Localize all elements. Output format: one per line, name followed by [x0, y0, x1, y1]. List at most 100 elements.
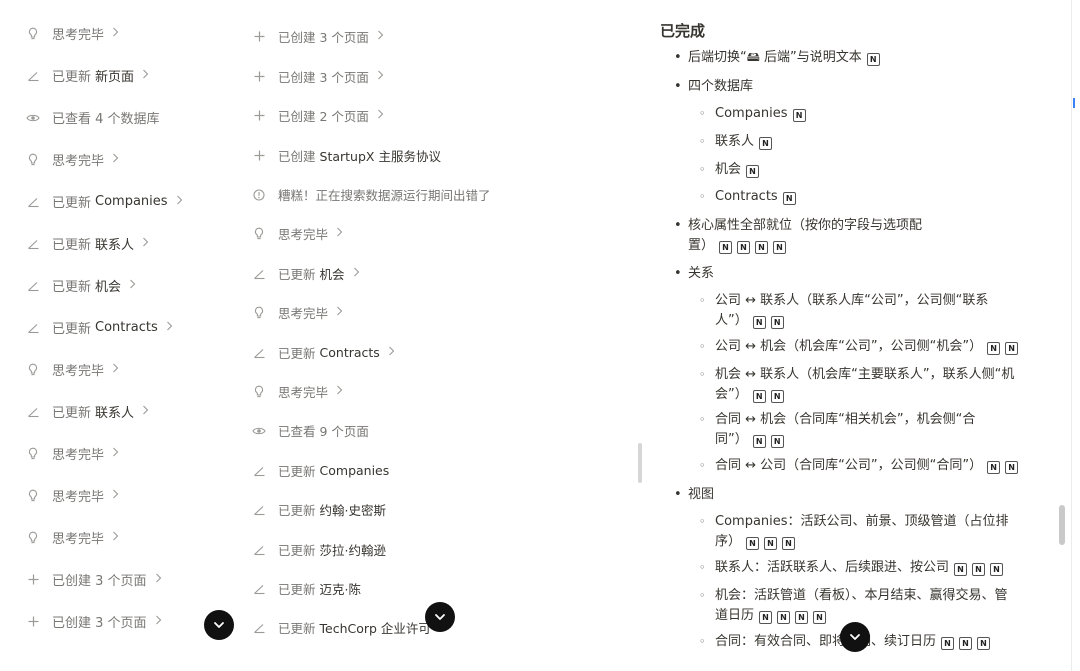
notion-page-icon[interactable]: N: [1005, 461, 1019, 474]
chevron-right-icon[interactable]: [388, 345, 395, 360]
chevron-right-icon[interactable]: [336, 305, 343, 320]
notion-page-icon[interactable]: N: [752, 435, 766, 448]
log-entry[interactable]: 已更新 机会: [252, 264, 360, 283]
notion-page-icon[interactable]: N: [755, 241, 769, 254]
log-verb: 已创建: [278, 149, 316, 164]
log-entry[interactable]: 已更新 联系人: [26, 402, 149, 421]
chevron-right-icon[interactable]: [129, 278, 136, 293]
chevron-right-icon[interactable]: [353, 266, 360, 281]
notion-page-icon[interactable]: N: [770, 390, 784, 403]
log-entry[interactable]: 已创建 3 个页面: [252, 67, 384, 86]
log-entry[interactable]: 已创建 3 个页面: [26, 570, 162, 589]
notion-page-icon[interactable]: N: [954, 563, 968, 576]
chevron-right-icon[interactable]: [112, 152, 119, 167]
summary-item: ◦ 公司 ↔ 机会（机会库“公司”，公司侧“机会”） N N: [699, 337, 1019, 357]
bullet-icon: •: [674, 218, 682, 233]
chevron-right-icon[interactable]: [377, 108, 384, 123]
notion-page-icon[interactable]: N: [977, 637, 991, 650]
log-entry[interactable]: 思考完毕: [252, 382, 343, 401]
chevron-right-icon[interactable]: [112, 488, 119, 503]
chevron-right-icon[interactable]: [112, 446, 119, 461]
log-entry[interactable]: 已更新 机会: [26, 276, 136, 295]
chevron-right-icon[interactable]: [112, 26, 119, 41]
log-entry[interactable]: 思考完毕: [26, 360, 119, 379]
panel-resize-handle[interactable]: [638, 443, 642, 483]
notion-page-icon[interactable]: N: [737, 241, 751, 254]
bullet-icon: •: [674, 79, 682, 94]
log-verb: 已更新: [278, 582, 316, 597]
log-verb: 思考完毕: [278, 306, 329, 321]
log-verb: 已更新: [52, 70, 92, 85]
notion-page-icon[interactable]: N: [719, 241, 733, 254]
log-entry[interactable]: 已创建 3 个页面: [26, 612, 162, 631]
log-entry[interactable]: 思考完毕: [26, 444, 119, 463]
edit-icon: [252, 346, 266, 360]
log-entry: 已更新 约翰·史密斯: [252, 500, 386, 519]
notion-page-icon[interactable]: N: [782, 192, 796, 205]
notion-page-icon[interactable]: N: [866, 53, 880, 66]
notion-page-icon[interactable]: N: [782, 537, 796, 550]
notion-page-icon[interactable]: N: [792, 109, 806, 122]
notion-page-icon[interactable]: N: [972, 563, 986, 576]
log-entry[interactable]: 已更新 联系人: [26, 234, 149, 253]
sub-bullet-icon: ◦: [699, 190, 706, 203]
summary-item: ◦ 联系人：活跃联系人、后续跟进、按公司 N N N: [699, 558, 1004, 578]
notion-page-icon[interactable]: N: [746, 165, 760, 178]
summary-text: Contracts: [715, 189, 778, 204]
log-entry[interactable]: 思考完毕: [252, 303, 343, 322]
notion-page-icon[interactable]: N: [959, 637, 973, 650]
scrollbar-thumb[interactable]: [1059, 505, 1065, 545]
notion-page-icon[interactable]: N: [773, 241, 787, 254]
log-entry[interactable]: 思考完毕: [26, 486, 119, 505]
notion-page-icon[interactable]: N: [1005, 342, 1019, 355]
log-entry[interactable]: 思考完毕: [252, 224, 343, 243]
notion-page-icon[interactable]: N: [746, 537, 760, 550]
notion-page-icon[interactable]: N: [941, 637, 955, 650]
chevron-right-icon[interactable]: [336, 226, 343, 241]
notion-page-icon[interactable]: N: [987, 342, 1001, 355]
notion-page-icon[interactable]: N: [752, 390, 766, 403]
log-entry[interactable]: 已更新 新页面: [26, 66, 149, 85]
scroll-down-button-left[interactable]: [204, 610, 234, 640]
log-entry[interactable]: 已更新 Contracts: [252, 343, 395, 362]
chevron-right-icon[interactable]: [112, 530, 119, 545]
chevron-right-icon[interactable]: [377, 29, 384, 44]
edge-indicator: [1073, 98, 1075, 108]
log-entry[interactable]: 已更新 Contracts: [26, 318, 173, 337]
log-object: 机会: [319, 267, 345, 282]
summary-text: 联系人：活跃联系人、后续跟进、按公司: [715, 560, 950, 575]
edit-icon: [26, 195, 40, 209]
notion-page-icon[interactable]: N: [770, 435, 784, 448]
notion-page-icon[interactable]: N: [759, 137, 773, 150]
notion-page-icon[interactable]: N: [759, 611, 773, 624]
log-verb: 已更新: [52, 238, 92, 253]
notion-page-icon[interactable]: N: [752, 316, 766, 329]
notion-page-icon[interactable]: N: [795, 611, 809, 624]
chevron-right-icon[interactable]: [377, 69, 384, 84]
notion-page-icon[interactable]: N: [987, 461, 1001, 474]
chevron-right-icon[interactable]: [142, 236, 149, 251]
chevron-right-icon[interactable]: [176, 194, 183, 209]
chevron-right-icon[interactable]: [336, 384, 343, 399]
log-entry[interactable]: 思考完毕: [26, 528, 119, 547]
chevron-right-icon[interactable]: [166, 320, 173, 335]
log-entry[interactable]: 已创建 3 个页面: [252, 27, 384, 46]
log-verb: 已更新: [52, 196, 92, 211]
log-entry[interactable]: 思考完毕: [26, 24, 119, 43]
notion-page-icon[interactable]: N: [764, 537, 778, 550]
scroll-down-button-right[interactable]: [840, 622, 870, 652]
chevron-right-icon[interactable]: [155, 572, 162, 587]
notion-page-icon[interactable]: N: [777, 611, 791, 624]
chevron-right-icon[interactable]: [142, 68, 149, 83]
chevron-right-icon[interactable]: [155, 614, 162, 629]
scroll-down-button-mid[interactable]: [425, 602, 455, 632]
notion-page-icon[interactable]: N: [990, 563, 1004, 576]
chevron-right-icon[interactable]: [142, 404, 149, 419]
log-entry[interactable]: 思考完毕: [26, 150, 119, 169]
chevron-right-icon[interactable]: [112, 362, 119, 377]
notion-page-icon[interactable]: N: [813, 611, 827, 624]
log-entry[interactable]: 已更新 Companies: [26, 192, 183, 211]
notion-page-icon[interactable]: N: [770, 316, 784, 329]
log-entry[interactable]: 已创建 2 个页面: [252, 106, 384, 125]
summary-item: ◦ 联系人 N: [699, 132, 773, 152]
